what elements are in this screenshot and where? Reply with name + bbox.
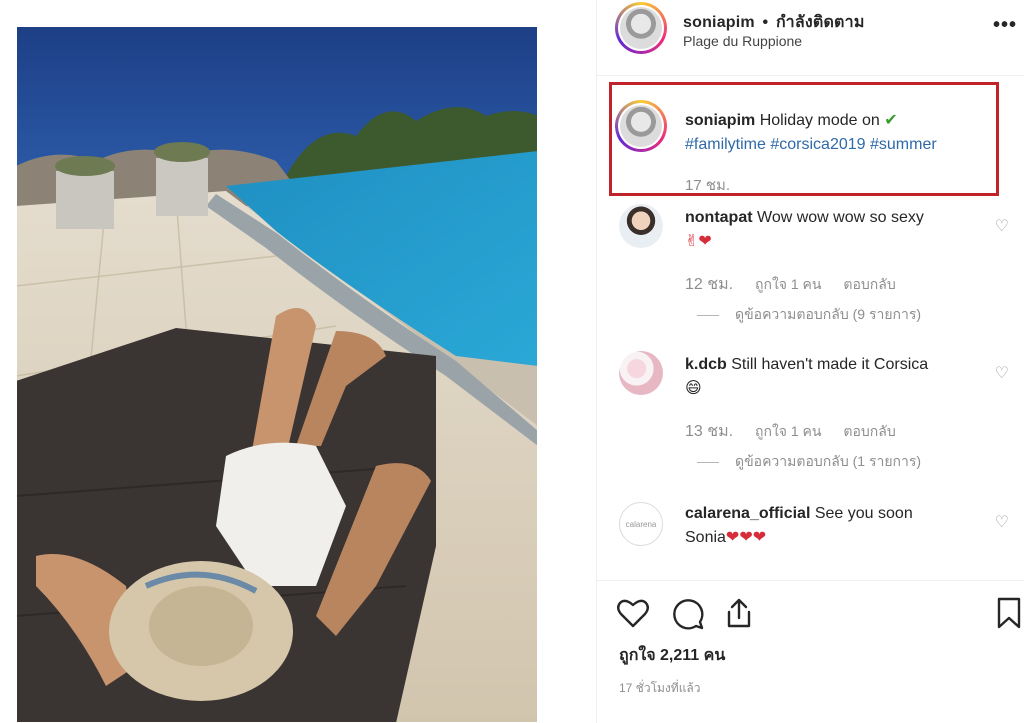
separator-dot: •: [762, 14, 769, 31]
comment-avatar[interactable]: [619, 351, 663, 395]
following-status[interactable]: กำลังติดตาม: [776, 14, 865, 31]
comment-username[interactable]: nontapat: [685, 209, 753, 226]
comment-text: nontapat Wow wow wow so sexy ✌❤: [685, 206, 975, 254]
comment-like-icon[interactable]: ♡: [995, 363, 1009, 383]
caption-time[interactable]: 17 ชม.: [685, 173, 730, 197]
comment-likes[interactable]: ถูกใจ 1 คน: [755, 276, 822, 292]
comment-likes[interactable]: ถูกใจ 1 คน: [755, 423, 822, 439]
comment-time[interactable]: 13 ชม.: [685, 423, 733, 440]
reply-button[interactable]: ตอบกลับ: [843, 276, 895, 292]
view-replies[interactable]: ดูข้อความตอบกลับ (1 รายการ): [697, 451, 921, 473]
view-replies-label: ดูข้อความตอบกลับ (1 รายการ): [735, 453, 922, 469]
author-line: soniapim • กำลังติดตาม: [683, 10, 865, 35]
post-photo[interactable]: [16, 26, 538, 723]
hashtag-corsica2019[interactable]: #corsica2019: [770, 136, 865, 153]
view-replies-label: ดูข้อความตอบกลับ (9 รายการ): [735, 306, 922, 322]
comment-emoji: ❤❤❤: [725, 529, 767, 546]
more-options-icon[interactable]: •••: [993, 14, 1017, 37]
caption-text: soniapim Holiday mode on ✔ #familytime #…: [685, 109, 995, 157]
hashtag-summer[interactable]: #summer: [870, 136, 937, 153]
comment-like-icon[interactable]: ♡: [995, 216, 1009, 236]
comment-emoji: ✌❤: [685, 233, 712, 250]
comment-meta: 13 ชม. ถูกใจ 1 คน ตอบกลับ: [685, 419, 914, 444]
author-username[interactable]: soniapim: [683, 14, 755, 31]
photo-image: [16, 26, 538, 723]
comment-bubble-icon[interactable]: [669, 595, 705, 631]
comment-time[interactable]: 12 ชม.: [685, 276, 733, 293]
comment-avatar[interactable]: [619, 204, 663, 248]
author-avatar[interactable]: [615, 2, 667, 54]
comment-body: See you soon: [814, 505, 913, 522]
caption-avatar[interactable]: [615, 100, 667, 152]
post-header: soniapim • กำลังติดตาม Plage du Ruppione…: [597, 0, 1024, 76]
reply-button[interactable]: ตอบกลับ: [843, 423, 895, 439]
caption-username[interactable]: soniapim: [685, 112, 755, 129]
comment-body-line2: Sonia: [685, 529, 726, 546]
caption-body: Holiday mode on: [759, 112, 880, 129]
comment-username[interactable]: k.dcb: [685, 356, 727, 373]
check-mark-icon: ✔: [884, 112, 898, 129]
comment-meta: 12 ชม. ถูกใจ 1 คน ตอบกลับ: [685, 272, 914, 297]
comment-text: calarena_official See you soon Sonia❤❤❤: [685, 502, 975, 550]
likes-count[interactable]: ถูกใจ 2,211 คน: [619, 643, 725, 668]
caption-highlight: soniapim Holiday mode on ✔ #familytime #…: [609, 82, 999, 196]
comment-avatar[interactable]: calarena: [619, 502, 663, 546]
comment-like-icon[interactable]: ♡: [995, 512, 1009, 532]
comment-body: Wow wow wow so sexy: [757, 209, 924, 226]
like-heart-icon[interactable]: [615, 595, 651, 631]
comment-emoji: 😄: [685, 380, 702, 397]
comment-body: Still haven't made it Corsica: [731, 356, 929, 373]
share-icon[interactable]: [721, 595, 757, 631]
post-time-ago[interactable]: 17 ชั่วโมงที่แล้ว: [619, 679, 701, 698]
comment-username[interactable]: calarena_official: [685, 505, 810, 522]
comment-text: k.dcb Still haven't made it Corsica 😄: [685, 353, 975, 401]
post-location[interactable]: Plage du Ruppione: [683, 33, 802, 49]
bookmark-icon[interactable]: [991, 595, 1024, 631]
view-replies[interactable]: ดูข้อความตอบกลับ (9 รายการ): [697, 304, 921, 326]
post-sidebar: soniapim • กำลังติดตาม Plage du Ruppione…: [596, 0, 1024, 723]
hashtag-familytime[interactable]: #familytime: [685, 136, 766, 153]
post-actions: ถูกใจ 2,211 คน 17 ชั่วโมงที่แล้ว: [597, 580, 1024, 723]
